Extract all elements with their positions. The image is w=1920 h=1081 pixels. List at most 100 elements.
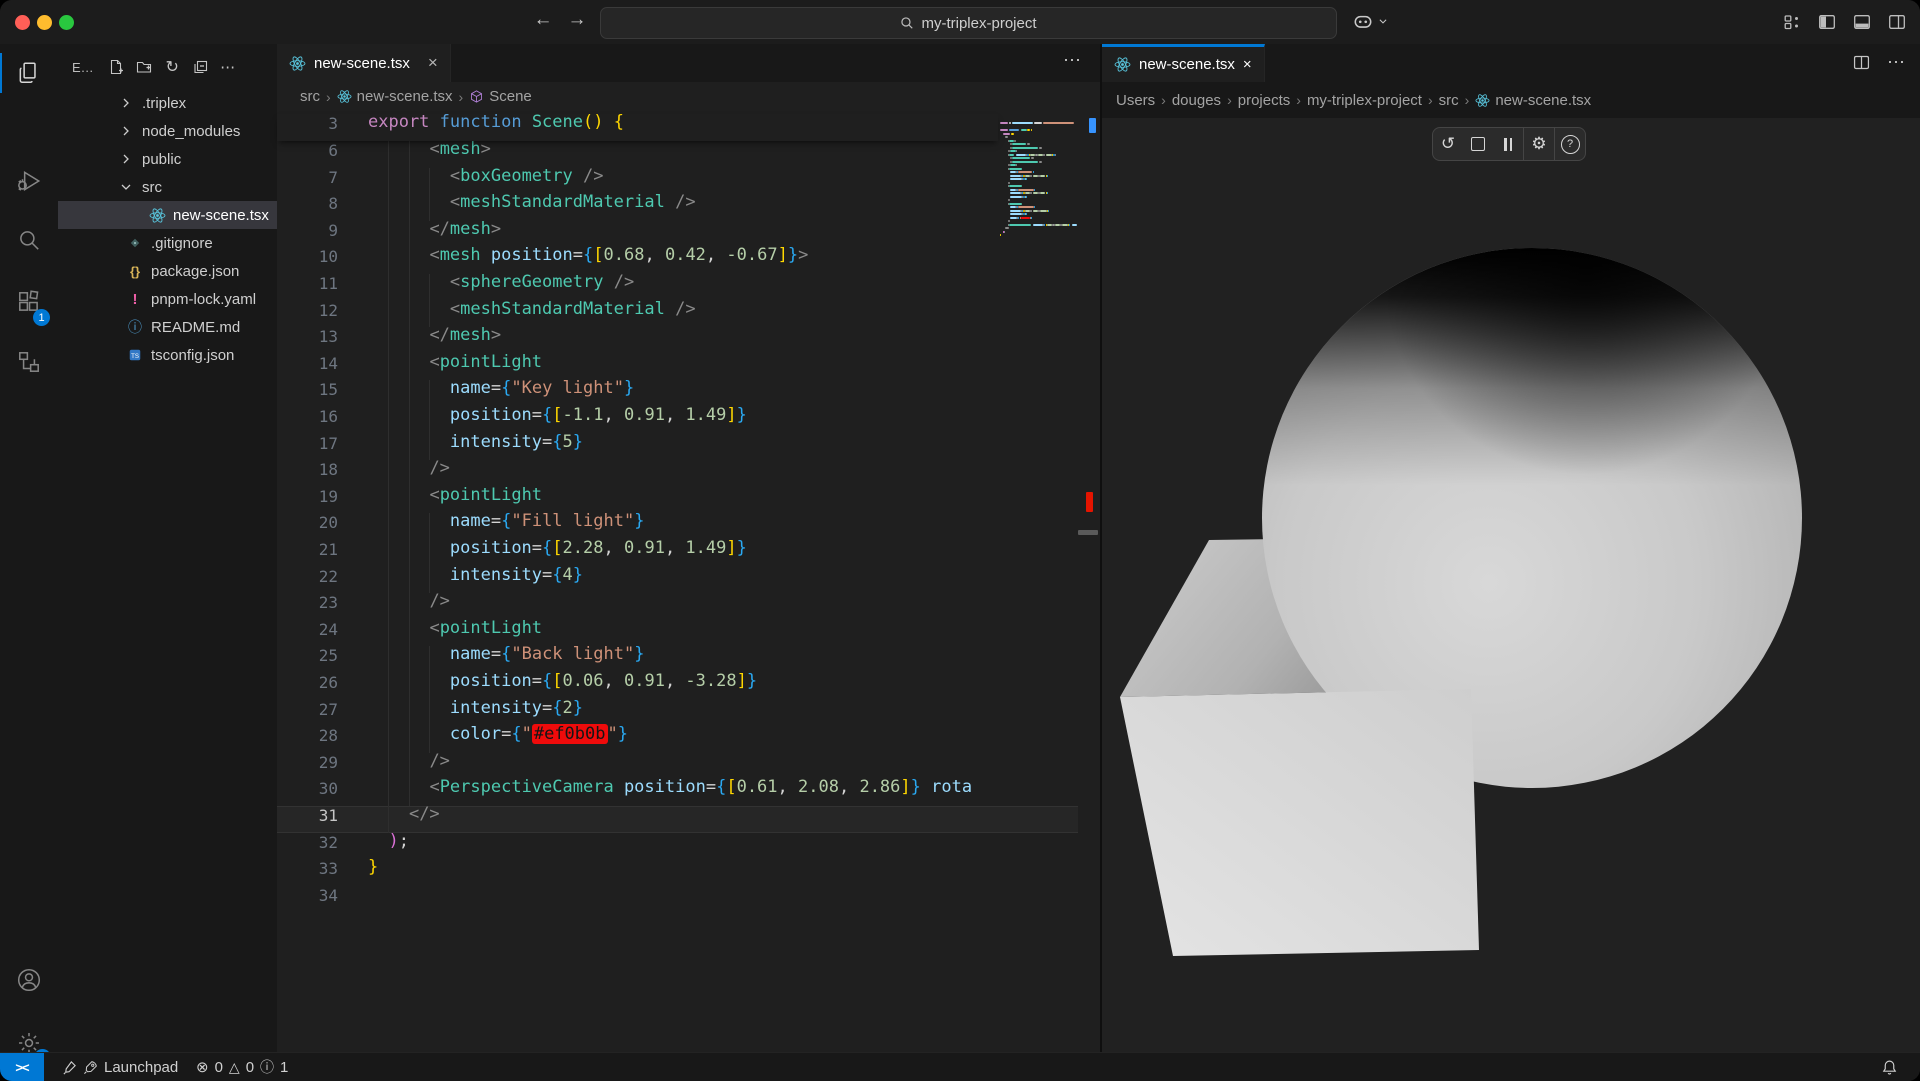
copilot-button[interactable] bbox=[1352, 10, 1388, 32]
code-line-17[interactable]: 17intensity={5} bbox=[277, 434, 998, 461]
problems-status-item[interactable]: ⊗ 0 △ 0 ⓘ 1 bbox=[196, 1053, 288, 1081]
settings-button[interactable]: ⚙ bbox=[1524, 129, 1554, 159]
search-icon bbox=[16, 227, 42, 253]
code-line-31[interactable]: 31</> bbox=[277, 806, 998, 833]
accounts-button[interactable] bbox=[0, 954, 58, 1006]
code-line-20[interactable]: 20name={"Fill light"} bbox=[277, 513, 998, 540]
tree-item-node_modules[interactable]: node_modules bbox=[58, 117, 277, 145]
pause-button[interactable] bbox=[1493, 129, 1523, 159]
split-editor-icon[interactable] bbox=[1852, 53, 1871, 72]
code-line-11[interactable]: 11<sphereGeometry /> bbox=[277, 274, 998, 301]
code-line-15[interactable]: 15name={"Key light"} bbox=[277, 380, 998, 407]
ts-file-icon: TS bbox=[126, 348, 144, 362]
line-number: 33 bbox=[277, 859, 338, 878]
tree-item-public[interactable]: public bbox=[58, 145, 277, 173]
code-line-12[interactable]: 12<meshStandardMaterial /> bbox=[277, 301, 998, 328]
code-line-13[interactable]: 13</mesh> bbox=[277, 327, 998, 354]
tree-item-.triplex[interactable]: .triplex bbox=[58, 89, 277, 117]
svg-text:TS: TS bbox=[131, 353, 139, 360]
help-button[interactable]: ? bbox=[1555, 129, 1585, 159]
code-line-28[interactable]: 28color={"#ef0b0b"} bbox=[277, 726, 998, 753]
code-line-23[interactable]: 23/> bbox=[277, 593, 998, 620]
line-number: 30 bbox=[277, 779, 338, 798]
frame-button[interactable] bbox=[1463, 129, 1493, 159]
line-number: 24 bbox=[277, 620, 338, 639]
code-line-7[interactable]: 7<boxGeometry /> bbox=[277, 168, 998, 195]
code-line-16[interactable]: 16position={[-1.1, 0.91, 1.49]} bbox=[277, 407, 998, 434]
code-line-24[interactable]: 24<pointLight bbox=[277, 620, 998, 647]
breadcrumb-item[interactable]: my-triplex-project bbox=[1307, 92, 1422, 109]
minimap[interactable] bbox=[1000, 118, 1078, 258]
code-line-27[interactable]: 27intensity={2} bbox=[277, 700, 998, 727]
notifications-bell[interactable] bbox=[1881, 1053, 1898, 1081]
exclaim-file-icon: ! bbox=[126, 291, 144, 308]
editor-more-actions[interactable]: ⋯ bbox=[1063, 50, 1082, 71]
tree-item-package.json[interactable]: {}package.json bbox=[58, 257, 277, 285]
info-icon: ⓘ bbox=[260, 1057, 274, 1077]
toggle-secondary-sidebar-button[interactable] bbox=[1887, 12, 1909, 32]
customize-layout-icon bbox=[1782, 12, 1802, 32]
line-number: 28 bbox=[277, 726, 338, 745]
code-line-6[interactable]: 6<mesh> bbox=[277, 141, 998, 168]
code-line-22[interactable]: 22intensity={4} bbox=[277, 567, 998, 594]
panel-more-actions[interactable]: ⋯ bbox=[1887, 52, 1906, 73]
breadcrumb-item[interactable]: Users bbox=[1116, 92, 1155, 109]
panel-bottom-icon bbox=[1852, 12, 1872, 32]
sidebar-item-run-debug[interactable] bbox=[0, 155, 58, 207]
tree-item-new-scene.tsx[interactable]: new-scene.tsx bbox=[58, 201, 277, 229]
code-line-21[interactable]: 21position={[2.28, 0.91, 1.49]} bbox=[277, 540, 998, 567]
code-area[interactable]: 6<mesh>7<boxGeometry />8<meshStandardMat… bbox=[277, 0, 998, 1053]
code-line-29[interactable]: 29/> bbox=[277, 753, 998, 780]
box-mesh-front-face[interactable] bbox=[1120, 689, 1479, 956]
sidebar-item-remote-explorer[interactable] bbox=[0, 336, 58, 388]
toggle-panel-button[interactable] bbox=[1852, 12, 1874, 32]
tree-item-pnpm-lock.yaml[interactable]: ! pnpm-lock.yaml bbox=[58, 285, 277, 313]
traffic-zoom-button[interactable] bbox=[59, 15, 74, 30]
tree-item-label: pnpm-lock.yaml bbox=[151, 291, 256, 308]
code-line-18[interactable]: 18/> bbox=[277, 460, 998, 487]
tree-item-label: .triplex bbox=[142, 95, 186, 112]
chevron-right-icon bbox=[118, 151, 135, 168]
code-line-25[interactable]: 25name={"Back light"} bbox=[277, 646, 998, 673]
tree-item-README.md[interactable]: ⓘREADME.md bbox=[58, 313, 277, 341]
tab-close-icon[interactable]: × bbox=[1243, 56, 1252, 73]
sidebar-item-extensions[interactable]: 1 bbox=[0, 276, 58, 328]
code-line-9[interactable]: 9</mesh> bbox=[277, 221, 998, 248]
code-line-10[interactable]: 10<mesh position={[0.68, 0.42, -0.67]}> bbox=[277, 247, 998, 274]
overview-ruler-marker bbox=[1086, 492, 1093, 512]
tree-item-label: node_modules bbox=[142, 123, 240, 140]
code-line-14[interactable]: 14<pointLight bbox=[277, 354, 998, 381]
code-line-32[interactable]: 32); bbox=[277, 833, 998, 860]
sticky-scroll-line[interactable]: 3export function Scene() { bbox=[277, 114, 998, 141]
sidebar-item-search[interactable] bbox=[0, 214, 58, 266]
code-line-34[interactable]: 34 bbox=[277, 886, 998, 913]
tree-item-tsconfig.json[interactable]: TStsconfig.json bbox=[58, 341, 277, 369]
scene-canvas[interactable] bbox=[1102, 118, 1920, 1053]
traffic-minimize-button[interactable] bbox=[37, 15, 52, 30]
customize-layout-button[interactable] bbox=[1782, 12, 1804, 32]
code-line-26[interactable]: 26position={[0.06, 0.91, -3.28]} bbox=[277, 673, 998, 700]
code-line-19[interactable]: 19<pointLight bbox=[277, 487, 998, 514]
breadcrumb-item[interactable]: src bbox=[1439, 92, 1459, 109]
sidebar-item-explorer[interactable] bbox=[0, 47, 58, 99]
react-icon bbox=[1475, 93, 1490, 108]
code-line-30[interactable]: 30<PerspectiveCamera position={[0.61, 2.… bbox=[277, 779, 998, 806]
file-tree: .triplex node_modulespublicsrc new-scene.t… bbox=[58, 72, 277, 1053]
tree-item-src[interactable]: src bbox=[58, 173, 277, 201]
traffic-close-button[interactable] bbox=[15, 15, 30, 30]
line-number: 22 bbox=[277, 567, 338, 586]
tree-item-label: new-scene.tsx bbox=[173, 207, 269, 224]
breadcrumb-item[interactable]: projects bbox=[1238, 92, 1291, 109]
tree-item-.gitignore[interactable]: .gitignore bbox=[58, 229, 277, 257]
sidebar-left-icon bbox=[1817, 12, 1837, 32]
breadcrumb-item[interactable]: douges bbox=[1172, 92, 1221, 109]
code-line-33[interactable]: 33} bbox=[277, 859, 998, 886]
panel-tab[interactable]: new-scene.tsx × bbox=[1102, 44, 1265, 82]
code-line-8[interactable]: 8<meshStandardMaterial /> bbox=[277, 194, 998, 221]
toggle-primary-sidebar-button[interactable] bbox=[1817, 12, 1839, 32]
launchpad-status-item[interactable]: Launchpad bbox=[62, 1053, 178, 1081]
triplex-viewport[interactable]: ↺ ⚙? bbox=[1102, 118, 1920, 1053]
undo-button[interactable]: ↺ bbox=[1433, 129, 1463, 159]
breadcrumb-item[interactable]: new-scene.tsx bbox=[1475, 92, 1591, 109]
remote-indicator[interactable]: >< bbox=[0, 1053, 44, 1081]
